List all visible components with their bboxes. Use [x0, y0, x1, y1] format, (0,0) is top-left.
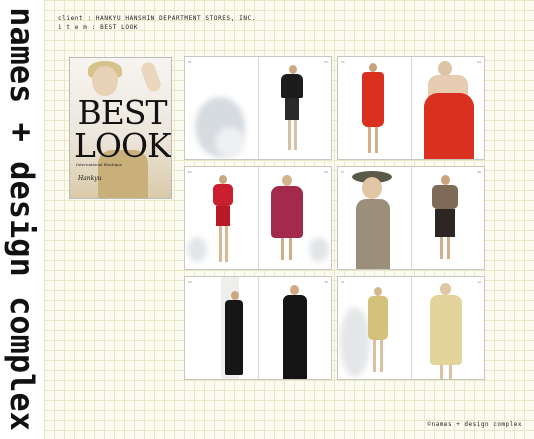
page-number: 03 [341, 60, 345, 64]
spread-fold [411, 57, 412, 159]
page-number: 07 [341, 170, 345, 174]
page-number: 02 [324, 60, 328, 64]
catalog-spread: 03 04 [337, 56, 485, 160]
cover-title-line1: BEST [77, 93, 168, 132]
page-number: 05 [188, 170, 192, 174]
bokeh-light [309, 237, 329, 262]
catalog-spread: 07 08 [337, 166, 485, 270]
cover-title: BEST LOOK [74, 93, 171, 165]
footer-copyright: ©names + design complex [427, 421, 522, 428]
bokeh-light [340, 307, 370, 377]
bokeh-light [187, 237, 207, 262]
catalog-spread: 09 10 [184, 276, 332, 380]
spread-fold [258, 57, 259, 159]
page-number: 12 [477, 280, 481, 284]
cover-title-line2: LOOK [74, 126, 171, 165]
catalog-spread: 05 06 [184, 166, 332, 270]
spread-fold [258, 277, 259, 379]
spread-fold [411, 167, 412, 269]
project-meta: client : HANKYU HANSHIN DEPARTMENT STORE… [58, 14, 256, 32]
catalog-spread: 01 02 [184, 56, 332, 160]
bokeh-light [215, 127, 245, 157]
catalog-spread: 11 12 [337, 276, 485, 380]
page-number: 11 [341, 280, 345, 284]
cover-subtitle: International Boutique [76, 162, 123, 167]
vertical-brand-title: names + design complex [0, 0, 44, 439]
item-line: i t e m : BEST LOOK [58, 24, 139, 31]
brand-name: names + design complex [3, 7, 41, 431]
cover-model-face [92, 66, 118, 96]
page-number: 08 [477, 170, 481, 174]
catalog-cover: BEST LOOK International Boutique Hankyu [69, 57, 172, 199]
spread-fold [411, 277, 412, 379]
page-number: 01 [188, 60, 192, 64]
page-number: 06 [324, 170, 328, 174]
cover-logo: Hankyu [78, 175, 102, 182]
client-line: client : HANKYU HANSHIN DEPARTMENT STORE… [58, 15, 256, 22]
page-number: 04 [477, 60, 481, 64]
page-number: 10 [324, 280, 328, 284]
page-number: 09 [188, 280, 192, 284]
spread-fold [258, 167, 259, 269]
